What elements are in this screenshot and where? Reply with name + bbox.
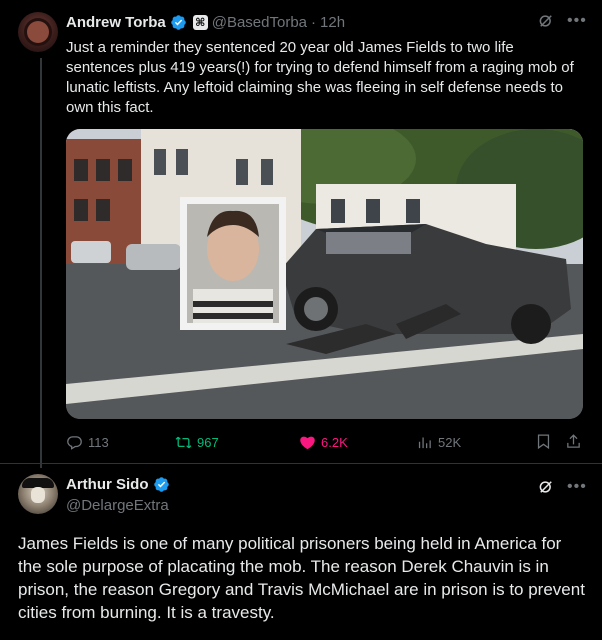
share-icon[interactable]	[565, 433, 582, 450]
tweet-time[interactable]: 12h	[320, 14, 345, 31]
reply-header-actions: •••	[537, 478, 587, 496]
more-icon[interactable]: •••	[567, 479, 587, 495]
reply-button[interactable]: 113	[66, 432, 109, 452]
views-count: 52K	[438, 434, 462, 450]
bookmark-icon[interactable]	[535, 433, 552, 450]
repost-count: 967	[197, 434, 219, 450]
repost-icon	[175, 436, 192, 448]
reply-count: 113	[88, 434, 109, 450]
avatar-arthur-sido[interactable]	[18, 474, 58, 514]
grok-icon[interactable]	[537, 12, 555, 30]
affiliate-badge-icon[interactable]: ⌘	[192, 14, 208, 30]
tweet-header: Andrew Torba ⌘ @BasedTorba · 12h	[66, 12, 345, 32]
media-photo	[66, 129, 583, 419]
reply-header: Arthur Sido	[66, 476, 170, 493]
tweet-action-bar: 113 967 6.2K 52K	[66, 432, 586, 452]
verified-badge-icon[interactable]	[153, 476, 170, 493]
tweet-text: Just a reminder they sentenced 20 year o…	[66, 39, 574, 116]
reply-text: James Fields is one of many political pr…	[18, 534, 585, 622]
author-name[interactable]: Andrew Torba	[66, 14, 166, 31]
tweet-divider	[0, 463, 602, 464]
author-name-2[interactable]: Arthur Sido	[66, 476, 149, 493]
dot-separator: ·	[311, 13, 317, 31]
views-button[interactable]: 52K	[416, 432, 461, 452]
tweet-main[interactable]: Andrew Torba ⌘ @BasedTorba · 12h ••• Jus…	[0, 0, 602, 468]
like-button[interactable]: 6.2K	[299, 432, 348, 452]
tweet-media-image[interactable]	[66, 129, 583, 419]
author-handle[interactable]: @BasedTorba	[212, 14, 307, 31]
tweet-header-actions: •••	[537, 12, 587, 30]
thread-connector-line	[40, 58, 42, 468]
like-count: 6.2K	[321, 434, 348, 450]
verified-badge-icon[interactable]	[170, 14, 187, 31]
more-icon[interactable]: •••	[567, 13, 587, 29]
author-handle-2[interactable]: @DelargeExtra	[66, 497, 169, 514]
like-icon	[300, 436, 315, 449]
reply-icon	[67, 435, 82, 450]
repost-button[interactable]: 967	[175, 432, 219, 452]
views-icon	[418, 437, 431, 448]
grok-icon[interactable]	[537, 478, 555, 496]
avatar-andrew-torba[interactable]	[18, 12, 58, 52]
